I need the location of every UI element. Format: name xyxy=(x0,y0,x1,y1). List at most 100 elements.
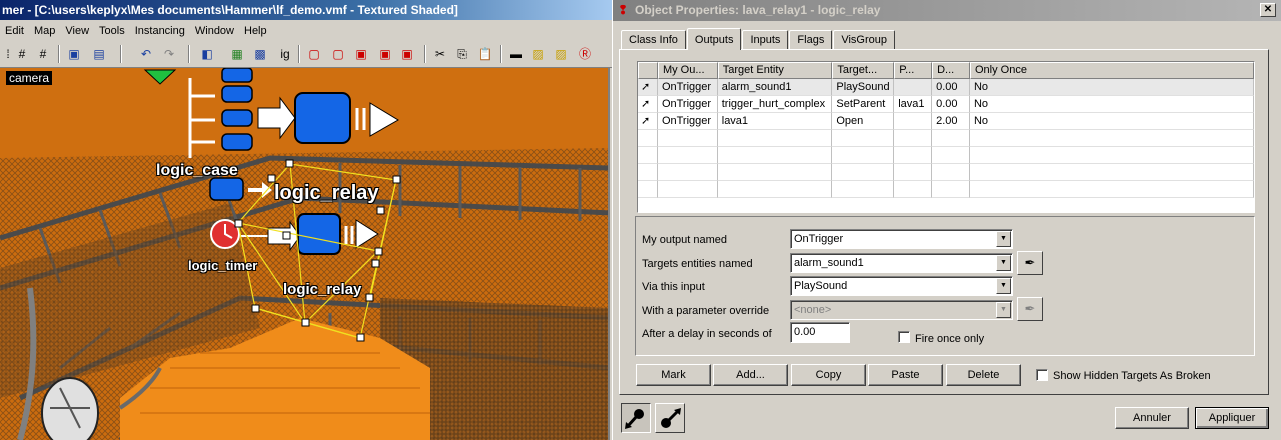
via-input-label: Via this input xyxy=(642,281,705,293)
cell-input: Open xyxy=(832,113,895,130)
targets-named-label: Targets entities named xyxy=(642,258,753,270)
cell-target: trigger_hurt_complex xyxy=(717,96,833,113)
visgroup-icon[interactable]: ▣ xyxy=(377,46,393,62)
chevron-down-icon[interactable]: ▼ xyxy=(996,231,1011,247)
outputs-list[interactable]: My Ou... Target Entity Target... P... D.… xyxy=(637,61,1255,213)
cell-delay: 0.00 xyxy=(932,79,970,96)
targets-named-combo[interactable]: alarm_sound1 ▼ xyxy=(790,253,1013,273)
add-button[interactable]: Add... xyxy=(713,364,788,386)
inputs-view-button[interactable] xyxy=(655,403,685,433)
menu-tools[interactable]: Tools xyxy=(94,25,130,37)
eyedropper-icon[interactable]: ✒ xyxy=(1017,251,1043,275)
entity-label-logic-relay-2: logic_relay xyxy=(283,281,362,298)
show-hidden-label: Show Hidden Targets As Broken xyxy=(1053,370,1211,382)
mark-button[interactable]: Mark xyxy=(636,364,711,386)
carve-icon[interactable]: ◧ xyxy=(199,46,215,62)
grid-large-icon[interactable]: # xyxy=(35,46,51,62)
menu-help[interactable]: Help xyxy=(239,25,272,37)
tab-class-info[interactable]: Class Info xyxy=(621,30,686,50)
copy-button[interactable]: Copy xyxy=(791,364,866,386)
output-connection-icon: ➚ xyxy=(638,113,658,130)
radius-culling-icon[interactable]: Ⓡ xyxy=(577,46,593,62)
tab-inputs[interactable]: Inputs xyxy=(742,30,789,50)
grid-small-icon[interactable]: # xyxy=(14,46,30,62)
tab-outputs[interactable]: Outputs xyxy=(686,28,742,50)
eyedropper-disabled-icon[interactable]: ✒ xyxy=(1017,297,1043,321)
delay-input[interactable]: 0.00 xyxy=(790,322,850,343)
via-input-combo[interactable]: PlaySound ▼ xyxy=(790,276,1013,296)
chevron-down-icon[interactable]: ▼ xyxy=(996,255,1011,271)
paste-icon[interactable]: 📋 xyxy=(477,46,493,62)
show-hidden-checkbox[interactable] xyxy=(1036,369,1048,381)
visgroup-edit-icon[interactable]: ▣ xyxy=(399,46,415,62)
chevron-down-icon[interactable]: ▼ xyxy=(996,302,1011,318)
hammer-app-icon: ❢ xyxy=(618,3,629,17)
column-my-output[interactable]: My Ou... xyxy=(657,62,718,79)
redo-icon[interactable]: ↷ xyxy=(161,46,177,62)
cell-delay: 0.00 xyxy=(932,96,970,113)
parameter-label: With a parameter override xyxy=(642,305,770,317)
entity-label-logic-timer: logic_timer xyxy=(188,258,258,273)
ignore-groups-icon[interactable]: ig xyxy=(277,46,293,62)
table-row[interactable]: ➚ OnTrigger alarm_sound1 PlaySound 0.00 … xyxy=(638,79,1254,96)
close-button[interactable]: ✕ xyxy=(1260,3,1276,17)
column-icon[interactable] xyxy=(638,62,658,79)
menu-view[interactable]: View xyxy=(60,25,94,37)
cell-once: No xyxy=(969,96,1254,113)
via-input-value: PlaySound xyxy=(794,280,848,292)
menu-instancing[interactable]: Instancing xyxy=(130,25,190,37)
column-target-input[interactable]: Target... xyxy=(832,62,895,79)
paste-button[interactable]: Paste xyxy=(868,364,943,386)
output-named-combo[interactable]: OnTrigger ▼ xyxy=(790,229,1013,249)
ungroup-icon[interactable]: ▤ xyxy=(91,46,107,62)
delete-button[interactable]: Delete xyxy=(946,364,1021,386)
column-parameter[interactable]: P... xyxy=(894,62,933,79)
apply-button[interactable]: Appliquer xyxy=(1195,407,1269,429)
table-row-empty xyxy=(638,130,1254,147)
menu-edit[interactable]: Edit xyxy=(0,25,29,37)
tab-flags[interactable]: Flags xyxy=(789,30,833,50)
fire-once-label: Fire once only xyxy=(915,333,985,345)
table-row[interactable]: ➚ OnTrigger lava1 Open 2.00 No xyxy=(638,113,1254,130)
solid-icon[interactable]: ▬ xyxy=(508,46,524,62)
group-icon[interactable]: ▣ xyxy=(66,46,82,62)
hide-unselected-icon[interactable]: ▢ xyxy=(330,46,346,62)
output-connection-icon: ➚ xyxy=(638,96,658,113)
menu-map[interactable]: Map xyxy=(29,25,60,37)
undo-icon[interactable]: ↶ xyxy=(138,46,154,62)
cell-output: OnTrigger xyxy=(657,79,718,96)
camera-viewport[interactable]: camera logic_case logic_relay logic_time… xyxy=(0,68,610,440)
cell-target: lava1 xyxy=(717,113,833,130)
table-row-empty xyxy=(638,181,1254,198)
parameter-combo[interactable]: <none> ▼ xyxy=(790,300,1013,320)
output-connection-icon: ➚ xyxy=(638,79,658,96)
chevron-down-icon[interactable]: ▼ xyxy=(996,278,1011,294)
viewport-scene xyxy=(0,68,608,440)
cancel-button[interactable]: Annuler xyxy=(1115,407,1189,429)
texture-lock-icon[interactable]: ▩ xyxy=(252,46,268,62)
hide-selected-icon[interactable]: ▢ xyxy=(306,46,322,62)
tab-visgroup[interactable]: VisGroup xyxy=(833,30,895,50)
table-row[interactable]: ➚ OnTrigger trigger_hurt_complex SetPare… xyxy=(638,96,1254,113)
hammer-toolbar: ⁞ # # ▣ ▤ ↶ ↷ ◧ ▦ ▩ ig ▢ ▢ ▣ ▣ ▣ ✂ ⎘ 📋 ▬… xyxy=(0,41,612,68)
column-target-entity[interactable]: Target Entity xyxy=(717,62,833,79)
output-arrow-icon xyxy=(625,409,644,429)
toolbar-separator xyxy=(298,45,300,63)
dialog-title: Object Properties: lava_relay1 - logic_r… xyxy=(635,3,881,17)
cordon-toggle-icon[interactable]: ▨ xyxy=(553,46,569,62)
hollow-icon[interactable]: ▦ xyxy=(229,46,245,62)
hammer-title: mer - [C:\users\keplyx\Mes documents\Ham… xyxy=(0,0,612,20)
cut-icon[interactable]: ✂ xyxy=(432,46,448,62)
cell-once: No xyxy=(969,113,1254,130)
cordon-icon[interactable]: ▨ xyxy=(530,46,546,62)
column-only-once[interactable]: Only Once xyxy=(969,62,1254,79)
unhide-icon[interactable]: ▣ xyxy=(353,46,369,62)
fire-once-checkbox[interactable] xyxy=(898,331,910,343)
table-row-empty xyxy=(638,147,1254,164)
column-delay[interactable]: D... xyxy=(932,62,970,79)
copy-icon[interactable]: ⎘ xyxy=(454,46,470,62)
dialog-titlebar: ❢ Object Properties: lava_relay1 - logic… xyxy=(613,0,1281,21)
targets-named-value: alarm_sound1 xyxy=(794,257,864,269)
outputs-view-button[interactable] xyxy=(621,403,651,433)
menu-window[interactable]: Window xyxy=(190,25,239,37)
